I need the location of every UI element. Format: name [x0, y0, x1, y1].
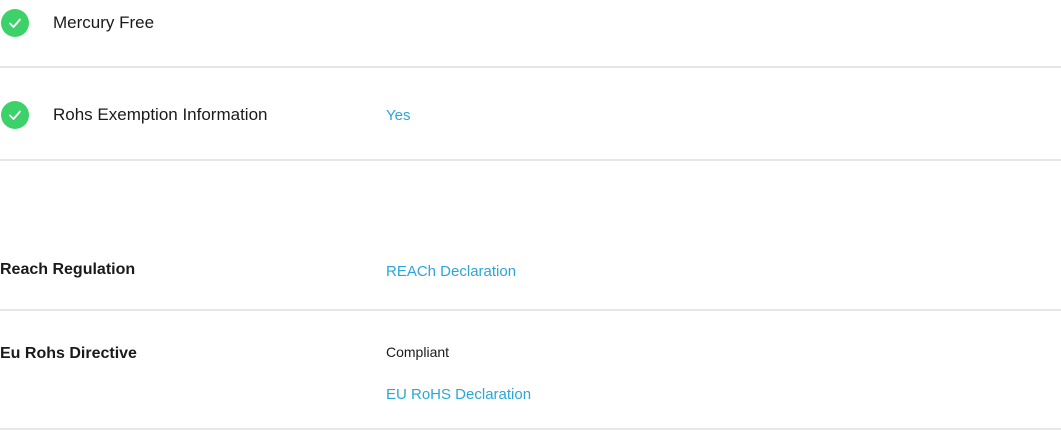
eu-rohs-status: Compliant	[386, 344, 450, 360]
rohs-exemption-row: Rohs Exemption Information Yes	[0, 92, 1061, 138]
eu-rohs-declaration-link[interactable]: EU RoHS Declaration	[386, 386, 531, 403]
check-circle-icon	[1, 9, 29, 37]
check-circle-icon	[1, 101, 29, 129]
rohs-exemption-label: Rohs Exemption Information	[53, 105, 268, 124]
rohs-exemption-value-link[interactable]: Yes	[386, 107, 410, 124]
mercury-free-row: Mercury Free	[0, 0, 1061, 46]
divider	[0, 159, 1061, 161]
eu-rohs-directive-title: Eu Rohs Directive	[0, 345, 137, 362]
reach-regulation-title: Reach Regulation	[0, 261, 136, 278]
reach-declaration-link[interactable]: REACh Declaration	[386, 263, 516, 280]
mercury-free-label: Mercury Free	[53, 13, 155, 32]
divider	[0, 309, 1061, 311]
divider	[0, 66, 1061, 68]
